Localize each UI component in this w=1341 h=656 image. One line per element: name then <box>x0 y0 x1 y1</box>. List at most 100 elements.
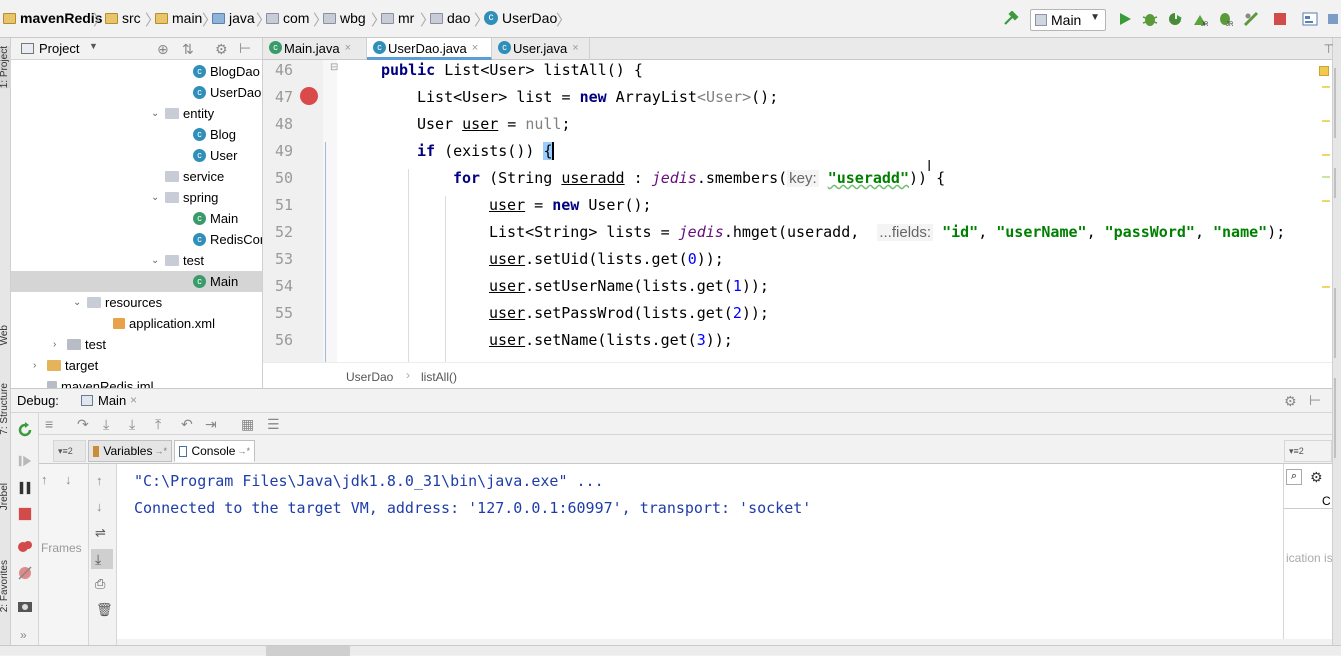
arrow-down-icon[interactable]: ↓ <box>65 473 72 487</box>
ant-build-tool-button[interactable] <box>1334 288 1340 358</box>
gear-icon[interactable]: ⚙ <box>215 42 228 56</box>
attach-debugger-icon[interactable] <box>1243 11 1259 27</box>
jrebel-debug-icon[interactable]: JR <box>1217 11 1233 27</box>
breadcrumb-main[interactable]: main <box>155 10 202 26</box>
console-output[interactable]: "C:\Program Files\Java\jdk1.8.0_31\bin\j… <box>117 464 1283 639</box>
chevron-down-icon[interactable]: ⌄ <box>151 108 165 119</box>
restore-layout-button[interactable]: ▾≡2 <box>1284 440 1332 462</box>
tree-item[interactable]: ⌄ test <box>151 250 204 271</box>
build-hammer-icon[interactable] <box>1003 11 1019 27</box>
project-view-title[interactable]: Project <box>39 41 79 56</box>
web-tool-button[interactable]: Web <box>0 325 10 345</box>
hide-panel-icon[interactable]: ⊢ <box>1309 393 1321 407</box>
structure-tool-button[interactable]: 7: Structure <box>0 383 10 435</box>
more-tabs-icon[interactable]: ⊤ <box>1324 42 1334 56</box>
more-actions-icon[interactable]: » <box>20 628 27 642</box>
hide-panel-icon[interactable]: ⊢ <box>239 41 251 55</box>
soft-wrap-icon[interactable]: ⇌ <box>95 526 106 540</box>
tree-item[interactable]: c RedisCor <box>193 229 262 250</box>
tree-item[interactable]: c BlogDao <box>193 61 260 82</box>
force-step-into-icon[interactable]: ⤓ <box>129 417 135 431</box>
project-structure-icon[interactable] <box>1302 11 1318 27</box>
chevron-down-icon[interactable]: ⌄ <box>151 192 165 203</box>
close-icon[interactable]: × <box>472 42 478 54</box>
pause-icon[interactable] <box>18 481 32 495</box>
breadcrumb-src[interactable]: src <box>105 10 141 26</box>
tree-item[interactable]: › target <box>33 355 98 376</box>
search-icon[interactable]: ⌕ <box>1286 469 1302 485</box>
collapse-all-icon[interactable]: ⇅ <box>182 42 194 56</box>
tab-variables[interactable]: Variables →* <box>88 440 172 462</box>
gear-icon[interactable]: ⚙ <box>1310 470 1323 484</box>
tree-item[interactable]: ⌄ entity <box>151 103 214 124</box>
breadcrumb-com[interactable]: com <box>266 10 309 26</box>
fold-marker-icon[interactable]: ⊟ <box>330 62 338 73</box>
trash-icon[interactable]: 🗑 <box>96 603 113 617</box>
breadcrumb-project[interactable]: mavenRedis <box>3 10 102 26</box>
sdk-icon[interactable] <box>1327 11 1341 27</box>
tab-console[interactable]: Console →* <box>174 440 255 462</box>
view-breakpoints-icon[interactable] <box>17 539 33 555</box>
maven-projects-tool-button[interactable] <box>1334 378 1340 458</box>
tree-item[interactable]: ⌄ resources <box>73 292 162 313</box>
drop-frame-icon[interactable]: ↶ <box>181 417 193 431</box>
breadcrumb-java[interactable]: java <box>212 10 255 26</box>
tree-item[interactable]: application.xml <box>113 313 215 334</box>
camera-icon[interactable] <box>17 598 33 614</box>
step-out-icon[interactable]: ⤒ <box>155 417 161 431</box>
step-into-icon[interactable]: ⤓ <box>103 417 109 431</box>
restore-layout-button[interactable]: ▾≡2 <box>53 440 86 462</box>
chevron-right-icon[interactable]: › <box>33 360 47 371</box>
breakpoint-icon[interactable] <box>300 87 318 105</box>
breadcrumb-method[interactable]: listAll() <box>421 370 457 384</box>
tree-item[interactable]: c UserDao <box>193 82 261 103</box>
tab-user-java[interactable]: c User.java × <box>492 38 590 60</box>
debug-icon[interactable] <box>1142 11 1158 27</box>
mute-breakpoints-icon[interactable] <box>17 565 33 581</box>
tree-item[interactable]: c User <box>193 145 237 166</box>
evaluate-expression-icon[interactable]: ▦ <box>241 417 254 431</box>
tree-item-selected[interactable]: c Main <box>11 271 262 292</box>
rerun-icon[interactable] <box>17 422 33 438</box>
run-configuration-select[interactable]: Main ▼ <box>1030 9 1106 31</box>
stop-icon[interactable] <box>1272 11 1288 27</box>
database-tool-button[interactable] <box>1334 168 1340 198</box>
chevron-down-icon[interactable]: ▼ <box>89 41 98 51</box>
favorites-tool-button[interactable]: 2: Favorites <box>0 560 10 612</box>
tree-item[interactable]: service <box>165 166 224 187</box>
run-with-coverage-icon[interactable] <box>1167 11 1183 27</box>
stop-icon[interactable] <box>18 507 32 521</box>
print-icon[interactable]: ⎙ <box>95 577 105 591</box>
chevron-down-icon[interactable]: ⌄ <box>151 255 165 266</box>
breadcrumb-dao[interactable]: dao <box>430 10 470 26</box>
arrow-up-icon[interactable]: ↑ <box>41 473 48 487</box>
close-icon[interactable]: × <box>130 393 137 407</box>
error-stripe[interactable] <box>1322 80 1330 360</box>
close-icon[interactable]: × <box>572 42 578 54</box>
tree-item[interactable]: ⌄ spring <box>151 187 218 208</box>
arrow-up-icon[interactable]: ↑ <box>96 474 103 488</box>
tab-userdao-java[interactable]: c UserDao.java × <box>367 38 492 60</box>
run-to-cursor-icon[interactable]: ⇥ <box>205 417 217 431</box>
analysis-status-icon[interactable] <box>1319 66 1329 76</box>
run-icon[interactable] <box>1117 11 1133 27</box>
breadcrumb-wbg[interactable]: wbg <box>323 10 366 26</box>
jrebel-run-icon[interactable]: JR <box>1192 11 1208 27</box>
breadcrumb-mr[interactable]: mr <box>381 10 414 26</box>
resume-icon[interactable] <box>18 454 32 468</box>
breadcrumb-userdao[interactable]: c UserDao <box>484 10 557 26</box>
arrow-down-icon[interactable]: ↓ <box>96 500 103 514</box>
close-icon[interactable]: × <box>345 42 351 54</box>
scroll-to-end-icon[interactable]: ⤓ <box>91 549 113 569</box>
debug-session-tab[interactable]: Main <box>98 393 126 408</box>
tab-main-java[interactable]: c Main.java × <box>263 38 367 60</box>
chevron-right-icon[interactable]: › <box>53 339 67 350</box>
jrebel-tool-button[interactable]: Jrebel <box>0 483 10 510</box>
step-over-icon[interactable]: ↷ <box>77 417 89 431</box>
scroll-from-source-icon[interactable]: ⊕ <box>157 42 169 56</box>
breadcrumb-class[interactable]: UserDao <box>346 370 393 384</box>
show-execution-point-icon[interactable]: ≡ <box>45 417 53 431</box>
tree-item[interactable]: mavenRedis.iml <box>47 376 153 388</box>
gear-icon[interactable]: ⚙ <box>1284 394 1297 408</box>
trace-icon[interactable]: ☰ <box>267 417 280 431</box>
